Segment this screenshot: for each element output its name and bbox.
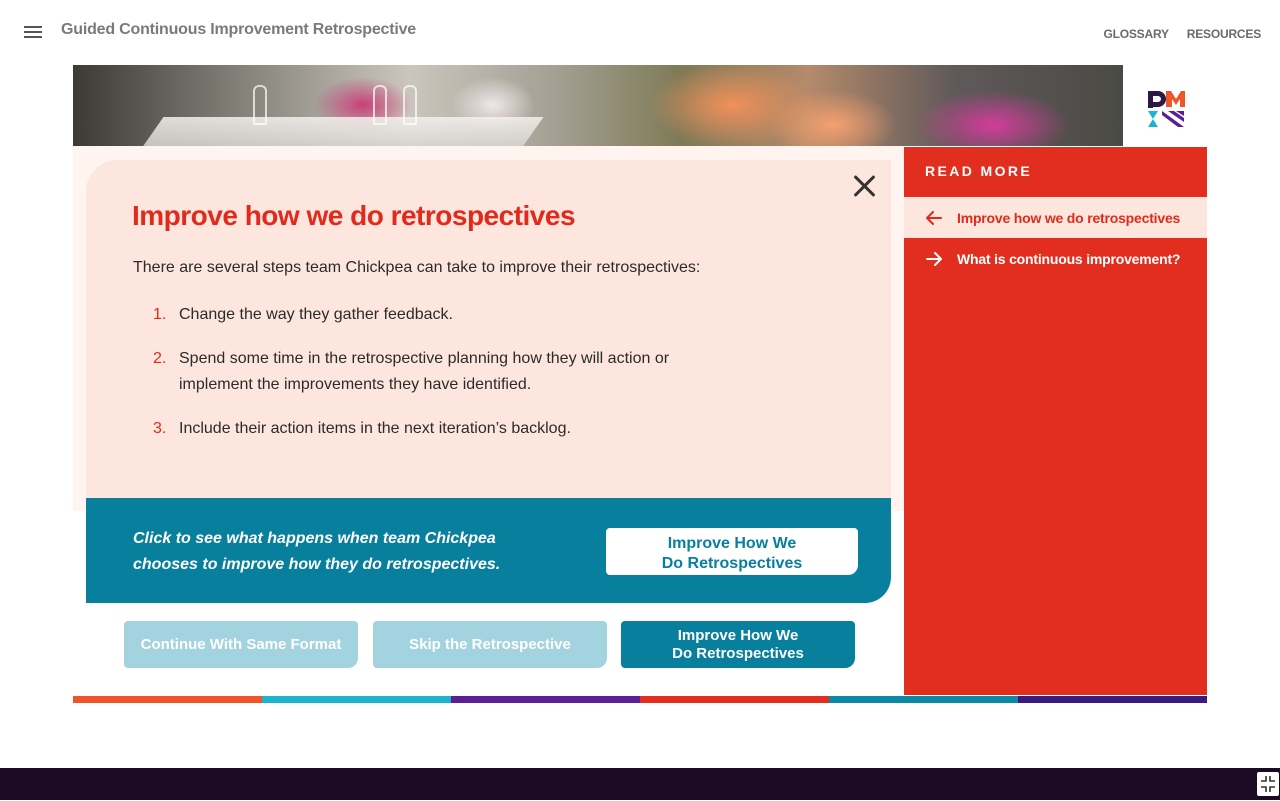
read-more-heading: READ MORE [925, 163, 1033, 179]
skip-retrospective-button[interactable]: Skip the Retrospective [373, 621, 607, 668]
read-more-item-continuous-improvement[interactable]: What is continuous improvement? [904, 238, 1207, 279]
cta-text: Click to see what happens when team Chic… [133, 530, 501, 573]
read-more-item-improve-retrospectives[interactable]: Improve how we do retrospectives [904, 197, 1207, 238]
exit-fullscreen-button[interactable] [1257, 772, 1279, 796]
continue-same-format-button[interactable]: Continue With Same Format [124, 621, 358, 668]
improve-retrospectives-cta-button[interactable]: Improve How We Do Retrospectives [606, 528, 858, 575]
read-more-item-label: Improve how we do retrospectives [957, 209, 1181, 226]
close-icon[interactable] [852, 174, 876, 198]
modal-intro: There are several steps team Chickpea ca… [133, 259, 701, 276]
steps-list: 1. Change the way they gather feedback. 2… [153, 302, 753, 460]
modal-title: Improve how we do retrospectives [132, 200, 576, 231]
arrow-right-icon [926, 251, 942, 266]
pmi-logo [1148, 91, 1185, 127]
app-title: Guided Continuous Improvement Retrospect… [61, 21, 417, 38]
footer-bar [0, 768, 1280, 800]
nav-glossary[interactable]: GLOSSARY [1103, 27, 1168, 41]
list-item: 1. Change the way they gather feedback. [153, 306, 453, 323]
menu-icon[interactable] [24, 26, 42, 38]
read-more-item-label: What is continuous improvement? [957, 250, 1181, 267]
collapse-icon [1261, 776, 1275, 792]
arrow-left-icon [926, 210, 942, 225]
top-bar: Guided Continuous Improvement Retrospect… [0, 0, 1280, 62]
top-nav: GLOSSARY RESOURCES [1103, 27, 1261, 41]
nav-resources[interactable]: RESOURCES [1187, 27, 1261, 41]
hero-image [73, 65, 1123, 146]
list-item: 3. Include their action items in the next… [153, 420, 571, 437]
improve-retrospectives-button[interactable]: Improve How We Do Retrospectives [621, 621, 855, 668]
list-item: 2. Spend some time in the retrospective p… [153, 350, 670, 393]
